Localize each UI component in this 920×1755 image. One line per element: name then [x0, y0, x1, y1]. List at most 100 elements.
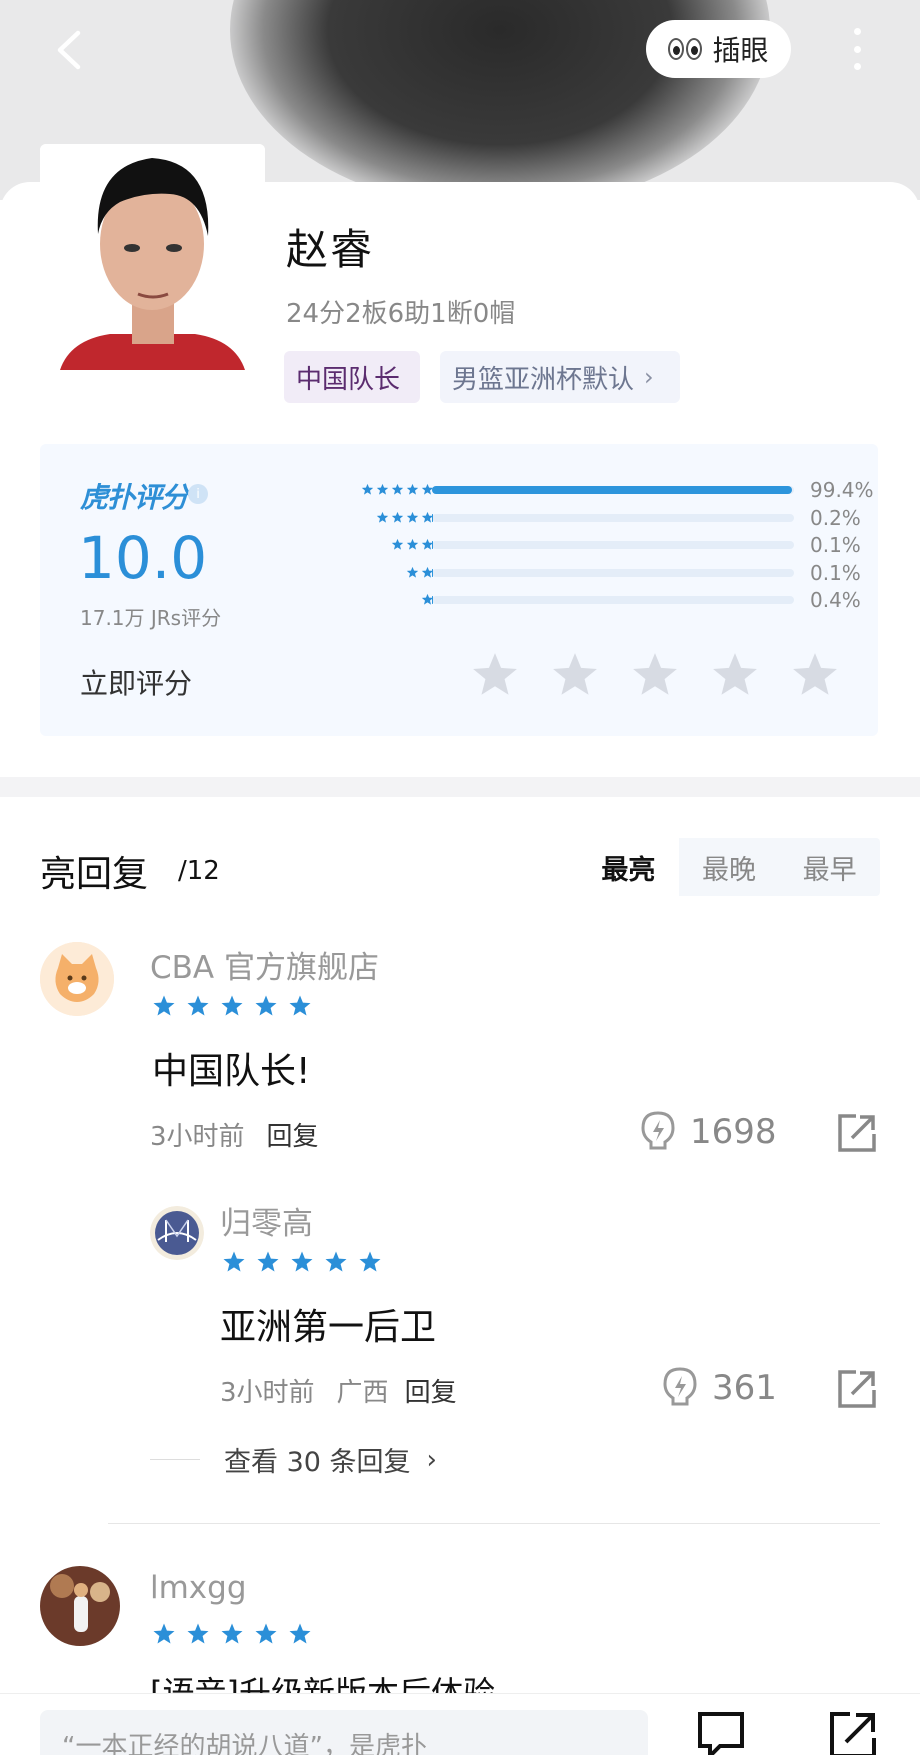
lightbulb-icon: [641, 1111, 675, 1150]
more-options-button[interactable]: [840, 24, 874, 74]
tag-captain-label: 中国队长: [296, 364, 401, 395]
star-icon: [391, 538, 404, 550]
star-icon: [406, 483, 419, 495]
dot-icon: [853, 28, 861, 35]
rate-star-icon[interactable]: [630, 650, 680, 700]
bar-track: [432, 568, 794, 577]
star-icon: [391, 511, 404, 523]
star-icon: [289, 1623, 311, 1644]
row-percent: 99.4%: [810, 478, 874, 502]
reply-text: 中国队长!: [152, 1051, 311, 1092]
tag-event[interactable]: 男篮亚洲杯默认 ›: [440, 351, 680, 403]
reply-button[interactable]: 回复: [267, 1122, 319, 1152]
bridge-avatar-icon: [150, 1206, 204, 1260]
replies-count: /12: [178, 856, 220, 886]
rating-brand-text: 虎扑评分: [80, 481, 189, 514]
rating-count: 17.1万 JRs评分: [80, 606, 222, 630]
comment-placeholder: “一本正经的胡说八道”，是虎扑: [62, 1732, 427, 1755]
bar-track: [432, 513, 794, 522]
row-percent: 0.4%: [810, 588, 861, 612]
rate-star-icon[interactable]: [710, 650, 760, 700]
share-icon[interactable]: [826, 1708, 880, 1755]
star-icon: [153, 1623, 175, 1644]
mark-eyes-button[interactable]: 插眼: [646, 20, 791, 78]
share-icon[interactable]: [836, 1368, 878, 1410]
distribution-row-4-star: 0.2%: [280, 504, 880, 532]
distribution-row-1-star: 0.4%: [280, 586, 880, 614]
row-stars: [361, 476, 434, 496]
star-icon: [391, 483, 404, 495]
row-percent: 0.1%: [810, 533, 861, 557]
comment-input[interactable]: “一本正经的胡说八道”，是虎扑: [40, 1710, 648, 1755]
tab-earliest[interactable]: 最早: [779, 838, 880, 896]
share-icon[interactable]: [836, 1112, 878, 1154]
rate-star-icon[interactable]: [790, 650, 840, 700]
reply-time: 3小时前: [220, 1378, 315, 1408]
rate-stars: [470, 650, 840, 700]
rate-star-icon[interactable]: [550, 650, 600, 700]
sort-tabs: 最亮 最晚 最早: [578, 838, 880, 896]
user-star-rating: [152, 994, 312, 1018]
rating-panel: 虎扑评分® i 10.0 17.1万 JRs评分 立即评分 99.4% 0.2% 0…: [40, 444, 878, 736]
reply-username[interactable]: 归零高: [220, 1198, 313, 1243]
star-icon: [221, 995, 243, 1016]
bar-fill: [432, 513, 433, 522]
tab-latest[interactable]: 最晚: [679, 838, 780, 896]
mark-eyes-label: 插眼: [712, 34, 769, 67]
star-icon: [255, 995, 277, 1016]
comment-icon[interactable]: [694, 1708, 748, 1755]
avatar[interactable]: [40, 942, 114, 1016]
light-count: 1698: [690, 1112, 777, 1152]
light-button[interactable]: 1698: [640, 1110, 777, 1154]
star-icon: [406, 566, 419, 578]
section-divider: [0, 777, 920, 797]
rate-star-icon[interactable]: [470, 650, 520, 700]
star-icon: [221, 1623, 243, 1644]
reply-button[interactable]: 回复: [405, 1378, 457, 1408]
distribution-row-5-star: 99.4%: [280, 476, 880, 504]
tag-captain[interactable]: 中国队长: [284, 351, 420, 403]
user-star-rating: [152, 1622, 312, 1646]
avatar[interactable]: [150, 1206, 204, 1260]
dot-icon: [853, 45, 861, 53]
dot-icon: [853, 63, 861, 70]
tab-brightest[interactable]: 最亮: [578, 838, 679, 896]
reply-username[interactable]: CBA 官方旗舰店: [150, 942, 379, 987]
user-star-rating: [222, 1250, 382, 1274]
bar-track: [432, 486, 794, 494]
distribution-row-2-star: 0.1%: [280, 559, 880, 587]
info-icon[interactable]: i: [188, 484, 208, 504]
star-icon: [153, 995, 175, 1016]
star-icon: [361, 483, 374, 495]
reply-username[interactable]: lmxgg: [150, 1570, 247, 1606]
view-more-replies[interactable]: 查看 30 条回复 ›: [150, 1440, 437, 1479]
bar-fill: [432, 486, 792, 494]
player-stats: 24分2板6助1断0帽: [286, 299, 516, 329]
light-count: 361: [712, 1368, 777, 1408]
star-icon: [255, 1623, 277, 1644]
chevron-right-icon: ›: [426, 1444, 437, 1475]
avatar[interactable]: [40, 1566, 120, 1646]
bar-fill: [432, 596, 434, 604]
bar-track: [432, 596, 794, 604]
eyes-icon: [668, 38, 703, 60]
view-more-label: 查看 30 条回复: [224, 1447, 411, 1478]
star-icon: [289, 995, 311, 1016]
row-stars: [406, 559, 434, 579]
chevron-left-icon: [57, 30, 81, 70]
average-score: 10.0: [78, 524, 208, 592]
reply-separator: [108, 1523, 880, 1524]
star-icon: [257, 1251, 279, 1272]
divider-line: [150, 1459, 200, 1460]
star-icon: [359, 1251, 381, 1272]
distribution-row-3-star: 0.1%: [280, 531, 880, 559]
back-button[interactable]: [44, 22, 94, 78]
player-rating-page: 插眼 赵睿 24分2板6助1断0帽 中国队长 男篮亚洲杯默认 › 虎扑评分® i …: [0, 0, 920, 1755]
star-icon: [325, 1251, 347, 1272]
light-button[interactable]: 361: [662, 1366, 777, 1410]
player-name: 赵睿: [286, 225, 375, 274]
bottom-bar: “一本正经的胡说八道”，是虎扑: [0, 1693, 920, 1755]
star-icon: [406, 538, 419, 550]
star-icon: [223, 1251, 245, 1272]
star-icon: [187, 995, 209, 1016]
